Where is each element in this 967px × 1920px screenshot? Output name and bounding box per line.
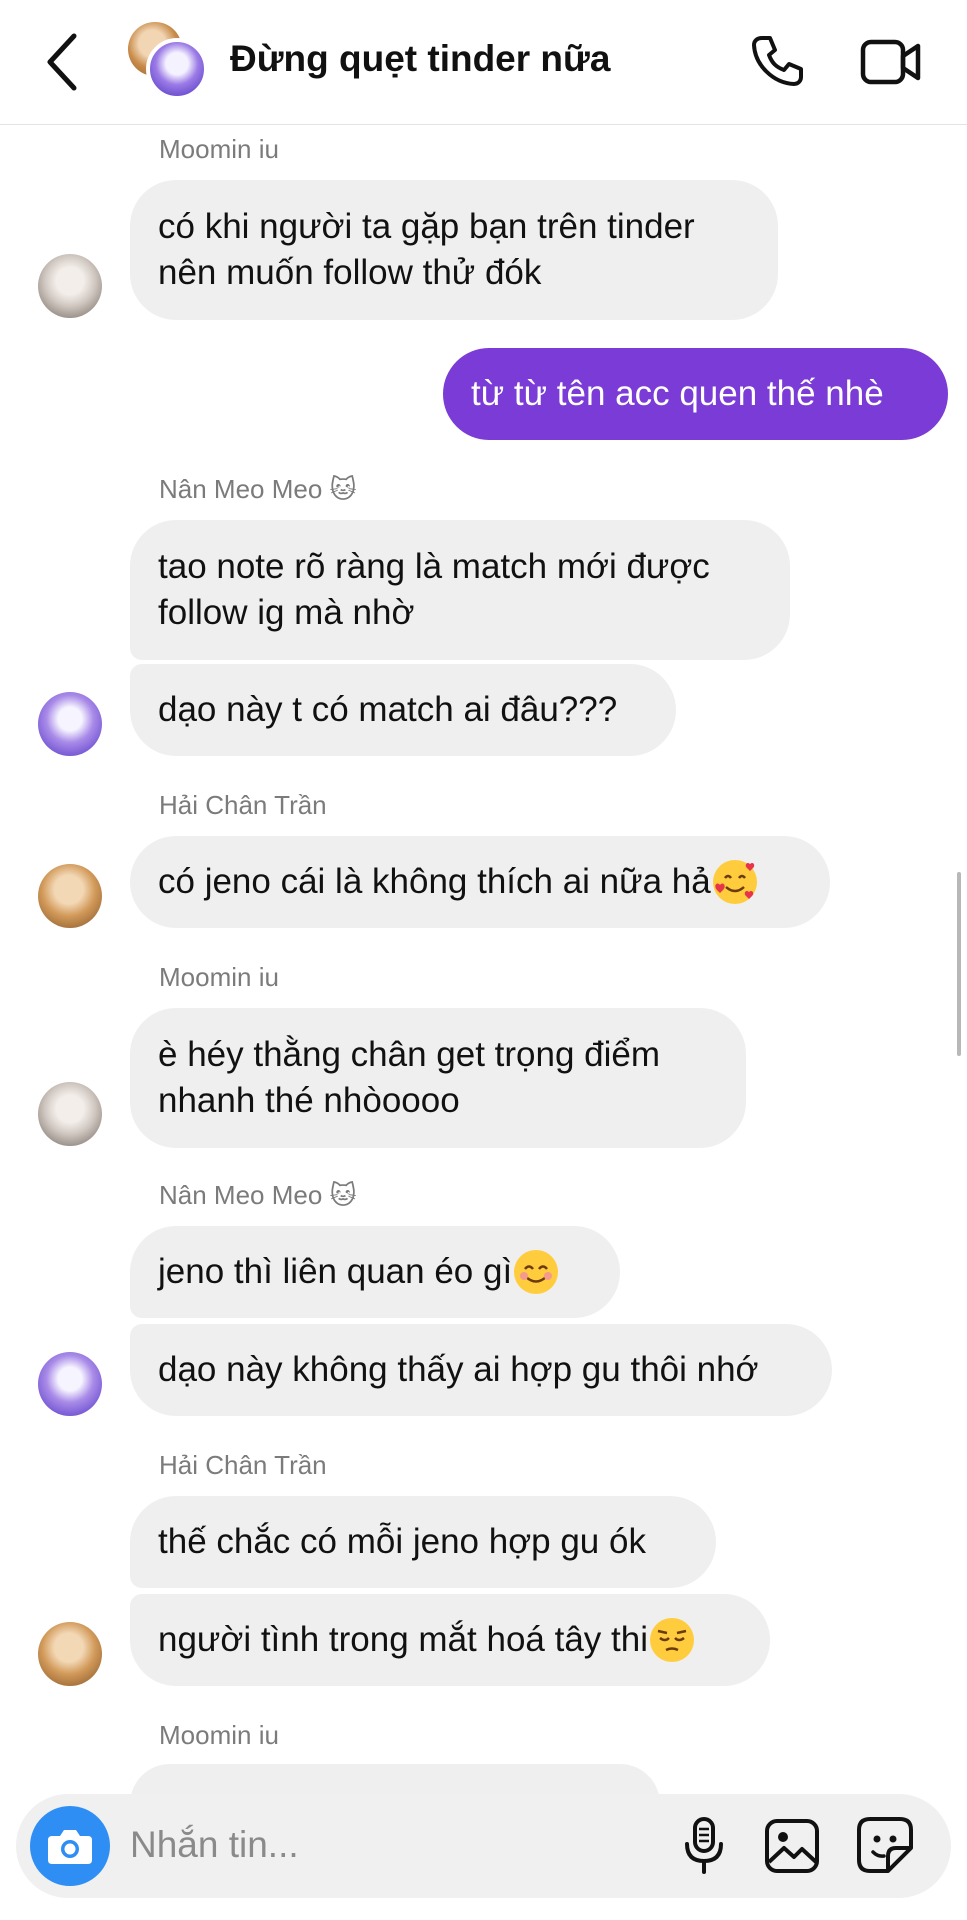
pensive-face-icon — [649, 1618, 694, 1662]
message-list[interactable]: Moomin iu có khi người ta gặp bạn trên t… — [0, 0, 967, 1920]
message-bubble[interactable]: thế chắc có mỗi jeno hợp gu ók — [130, 1496, 716, 1588]
message-text: có jeno cái là không thích ai nữa hả — [158, 862, 711, 901]
sender-name: Moomin iu — [159, 1720, 279, 1750]
image-icon[interactable] — [764, 1818, 820, 1874]
avatar[interactable] — [38, 254, 102, 318]
phone-icon[interactable] — [748, 32, 806, 90]
group-avatar-front — [146, 38, 208, 100]
microphone-icon[interactable] — [680, 1816, 728, 1876]
message-bubble[interactable]: tao note rõ ràng là match mới được follo… — [130, 520, 790, 660]
avatar[interactable] — [38, 1622, 102, 1686]
sender-name: Nân Meo Meo 🐱 — [159, 1180, 357, 1210]
smiling-face-with-hearts-icon — [712, 860, 757, 904]
avatar[interactable] — [38, 864, 102, 928]
chevron-left-icon[interactable] — [44, 30, 84, 94]
message-bubble[interactable]: è héy thằng chân get trọng điểm nhanh th… — [130, 1008, 746, 1148]
avatar[interactable] — [38, 1352, 102, 1416]
sticker-icon[interactable] — [856, 1816, 914, 1874]
sender-name: Moomin iu — [159, 134, 279, 164]
smiling-face-icon — [514, 1250, 559, 1294]
message-bubble[interactable]: dạo này không thấy ai hợp gu thôi nhớ — [130, 1324, 832, 1416]
message-bubble[interactable]: jeno thì liên quan éo gì — [130, 1226, 620, 1318]
message-text: jeno thì liên quan éo gì — [158, 1252, 513, 1291]
sender-name: Moomin iu — [159, 962, 279, 992]
group-avatar[interactable] — [128, 22, 208, 102]
avatar[interactable] — [38, 692, 102, 756]
avatar[interactable] — [38, 1082, 102, 1146]
scrollbar[interactable] — [957, 872, 961, 1056]
message-input[interactable]: Nhắn tin... — [130, 1824, 299, 1866]
camera-icon — [48, 1830, 92, 1864]
video-camera-icon[interactable] — [860, 36, 922, 88]
sender-name: Hải Chân Trần — [159, 1450, 327, 1480]
chat-title[interactable]: Đừng quẹt tinder nữa — [230, 38, 610, 80]
message-composer[interactable]: Nhắn tin... — [16, 1794, 951, 1898]
sender-name: Hải Chân Trần — [159, 790, 327, 820]
chat-header: Đừng quẹt tinder nữa — [0, 0, 967, 125]
message-bubble[interactable]: có jeno cái là không thích ai nữa hả — [130, 836, 830, 928]
message-bubble[interactable]: có khi người ta gặp bạn trên tinder nên … — [130, 180, 778, 320]
message-text: người tình trong mắt hoá tây thi — [158, 1620, 648, 1659]
outgoing-message-bubble[interactable]: từ từ tên acc quen thế nhè — [443, 348, 948, 440]
message-bubble[interactable]: người tình trong mắt hoá tây thi — [130, 1594, 770, 1686]
sender-name: Nân Meo Meo 🐱 — [159, 474, 357, 504]
camera-button[interactable] — [30, 1806, 110, 1886]
message-bubble[interactable]: dạo này t có match ai đâu??? — [130, 664, 676, 756]
